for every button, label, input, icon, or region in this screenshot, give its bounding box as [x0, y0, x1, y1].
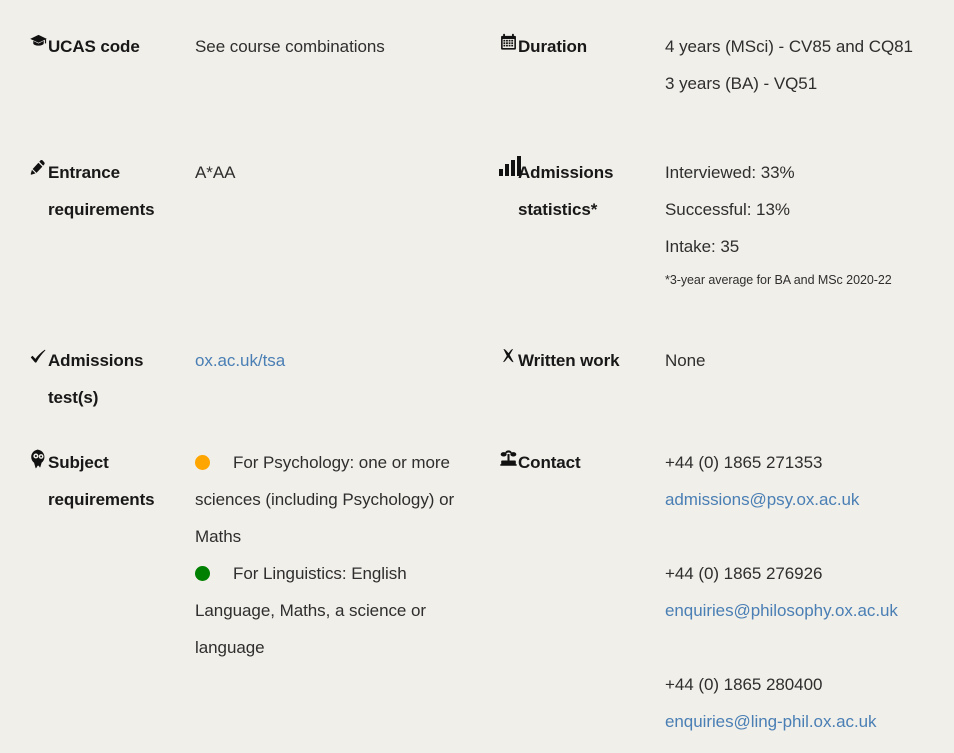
bullet-dot-orange-icon: [195, 455, 210, 470]
fact-label-ucas-code: UCAS code: [48, 37, 140, 56]
stat-successful: Successful: 13%: [665, 200, 790, 219]
fact-label-written-work: Written work: [518, 351, 620, 370]
fact-subject-requirements: Subject requirements For Psychology: one…: [0, 444, 470, 740]
fact-label-subject-requirements: Subject requirements: [48, 453, 155, 509]
bar-chart-icon: [470, 154, 521, 176]
list-item: For Psychology: one or more sciences (in…: [195, 444, 456, 555]
list-item: For Linguistics: English Language, Maths…: [195, 555, 456, 666]
duration-line-1: 4 years (MSci) - CV85 and CQ81: [665, 37, 913, 56]
fact-contact: Contact +44 (0) 1865 271353 admissions@p…: [470, 444, 954, 740]
fact-value-duration: 4 years (MSci) - CV85 and CQ81 3 years (…: [665, 28, 940, 102]
fact-value-entrance-requirements: A*AA: [195, 163, 236, 182]
subject-requirements-list: For Psychology: one or more sciences (in…: [195, 444, 456, 666]
contact-phone-3: +44 (0) 1865 280400: [665, 675, 823, 694]
head-gears-icon: [0, 444, 48, 472]
fact-label-admissions-test: Admissions test(s): [48, 351, 144, 407]
fact-value-admissions-statistics: Interviewed: 33% Successful: 13% Intake:…: [665, 154, 940, 295]
contact-phone-1: +44 (0) 1865 271353: [665, 453, 823, 472]
duration-line-2: 3 years (BA) - VQ51: [665, 74, 818, 93]
graduation-cap-icon: [0, 28, 48, 54]
admissions-statistics-footnote: *3-year average for BA and MSc 2020-22: [665, 273, 892, 287]
fact-label-duration: Duration: [518, 37, 588, 56]
fact-admissions-statistics: Admissions statistics* Interviewed: 33% …: [470, 154, 954, 295]
pencil-icon: [0, 154, 48, 180]
contact-email-3[interactable]: enquiries@ling-phil.ox.ac.uk: [665, 703, 940, 740]
fact-label-entrance-requirements: Entrance requirements: [48, 163, 155, 219]
stat-intake: Intake: 35: [665, 237, 740, 256]
subject-requirement-text-psychology: For Psychology: one or more sciences (in…: [195, 453, 455, 546]
admissions-test-link[interactable]: ox.ac.uk/tsa: [195, 351, 285, 370]
fact-duration: Duration 4 years (MSci) - CV85 and CQ81 …: [470, 28, 954, 102]
cross-icon: [470, 342, 518, 368]
stat-interviewed: Interviewed: 33%: [665, 163, 795, 182]
subject-requirement-text-linguistics: For Linguistics: English Language, Maths…: [195, 564, 427, 657]
check-icon: [0, 342, 48, 370]
fact-value-written-work: None: [665, 351, 706, 370]
contact-phone-2: +44 (0) 1865 276926: [665, 564, 823, 583]
fact-ucas-code: UCAS code See course combinations: [0, 28, 470, 102]
contact-email-1[interactable]: admissions@psy.ox.ac.uk: [665, 481, 940, 518]
contact-email-2[interactable]: enquiries@philosophy.ox.ac.uk: [665, 592, 940, 629]
fact-value-contact: +44 (0) 1865 271353 admissions@psy.ox.ac…: [665, 444, 940, 740]
course-key-facts-panel: UCAS code See course combinations Durati…: [0, 0, 954, 753]
telephone-icon: [470, 444, 518, 470]
fact-label-admissions-statistics: Admissions statistics*: [518, 163, 614, 219]
fact-entrance-requirements: Entrance requirements A*AA: [0, 154, 470, 295]
bullet-dot-green-icon: [195, 566, 210, 581]
fact-admissions-test: Admissions test(s) ox.ac.uk/tsa: [0, 342, 470, 416]
fact-label-contact: Contact: [518, 453, 581, 472]
fact-value-admissions-test: ox.ac.uk/tsa: [195, 342, 456, 379]
fact-value-subject-requirements: For Psychology: one or more sciences (in…: [195, 444, 456, 666]
calendar-icon: [470, 28, 518, 54]
fact-value-ucas-code: See course combinations: [195, 37, 385, 56]
fact-written-work: Written work None: [470, 342, 954, 416]
